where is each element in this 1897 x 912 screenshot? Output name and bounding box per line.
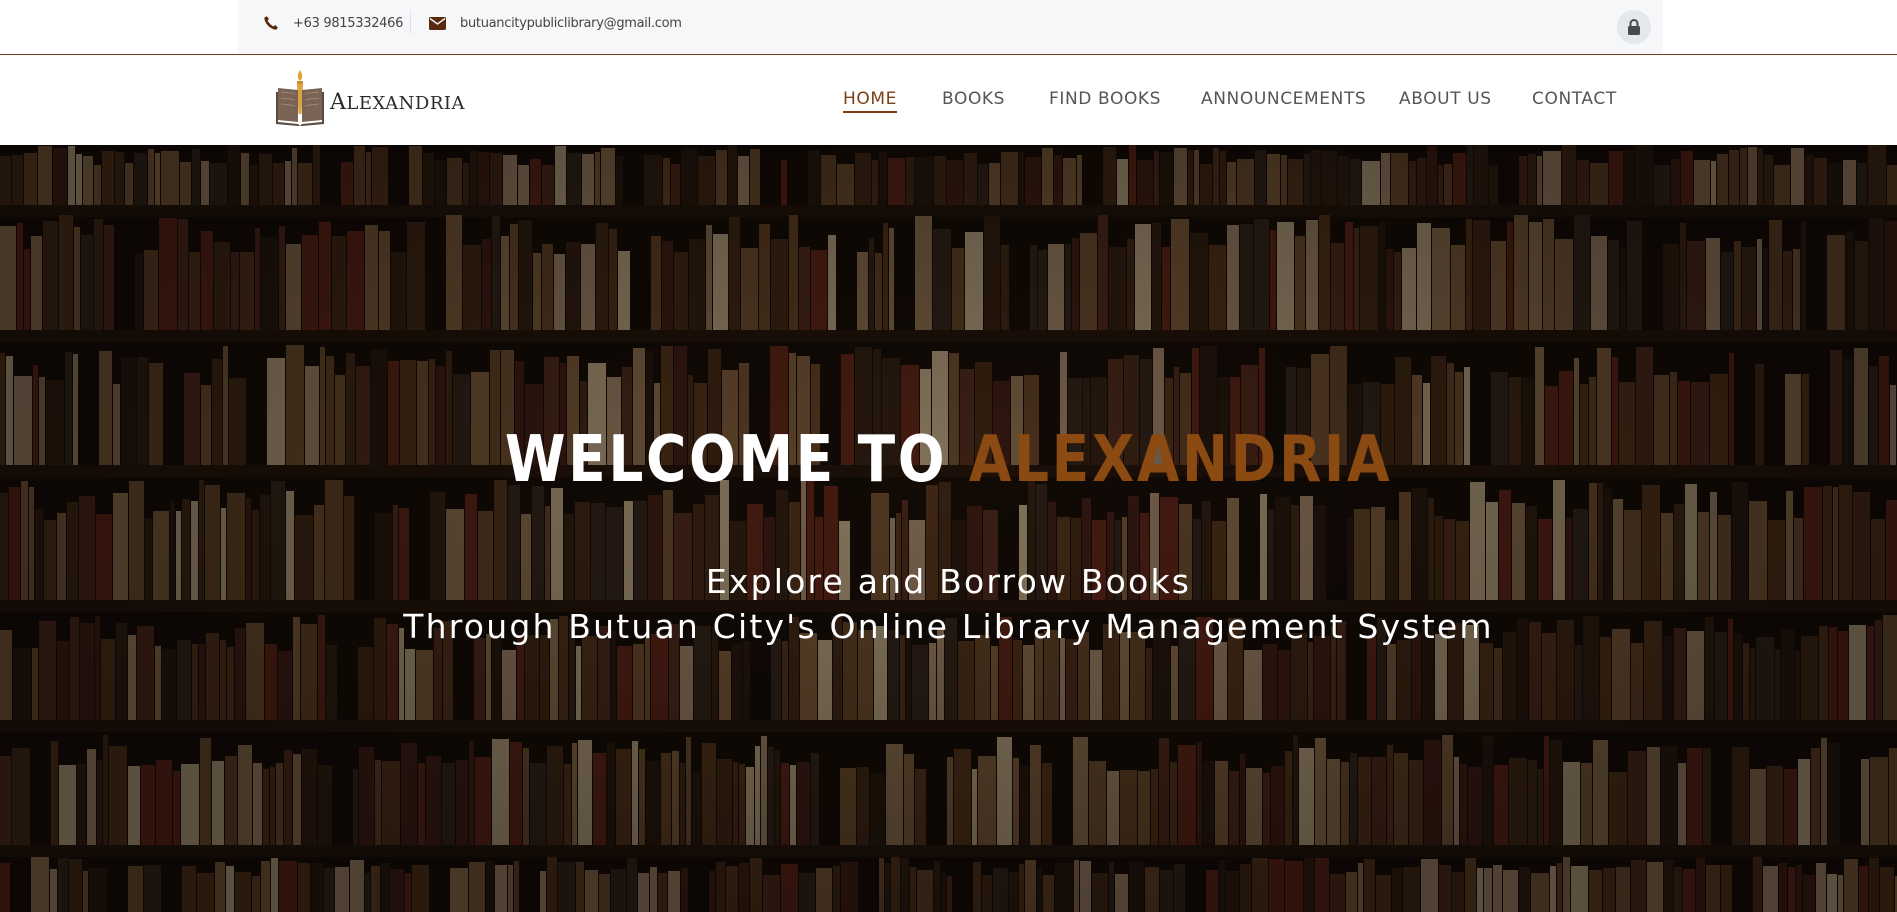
topbar-divider — [410, 10, 411, 34]
topbar: +63 9815332466 butuancitypubliclibrary@g… — [0, 0, 1897, 55]
phone-icon — [264, 16, 278, 30]
hero-subtitle: Explore and Borrow Books Through Butuan … — [0, 559, 1897, 649]
nav-about-us[interactable]: ABOUT US — [1399, 89, 1492, 109]
nav-announcements[interactable]: ANNOUNCEMENTS — [1201, 89, 1366, 109]
hero-banner: WELCOME TO ALEXANDRIA Explore and Borrow… — [0, 145, 1897, 912]
hero-overlay — [0, 145, 1897, 912]
admin-login-button[interactable] — [1617, 10, 1651, 44]
envelope-icon — [429, 16, 446, 30]
hero-title-prefix: WELCOME TO — [504, 423, 948, 497]
phone-contact[interactable]: +63 9815332466 — [263, 13, 403, 33]
main-nav: HOME BOOKS FIND BOOKS ANNOUNCEMENTS ABOU… — [0, 89, 1897, 119]
nav-contact[interactable]: CONTACT — [1532, 89, 1617, 109]
nav-find-books[interactable]: FIND BOOKS — [1049, 89, 1161, 109]
nav-home[interactable]: HOME — [843, 89, 897, 113]
nav-books[interactable]: BOOKS — [942, 89, 1005, 109]
hero-title: WELCOME TO ALEXANDRIA — [133, 423, 1764, 497]
main-navbar: ALEXANDRIA HOME BOOKS FIND BOOKS ANNOUNC… — [0, 55, 1897, 145]
hero-title-accent: ALEXANDRIA — [968, 423, 1393, 497]
topbar-inner: +63 9815332466 butuancitypubliclibrary@g… — [238, 0, 1663, 54]
phone-number: +63 9815332466 — [293, 15, 404, 31]
lock-icon — [1628, 19, 1640, 35]
email-address: butuancitypubliclibrary@gmail.com — [460, 15, 682, 31]
email-contact[interactable]: butuancitypubliclibrary@gmail.com — [429, 13, 682, 33]
hero-subtitle-line2: Through Butuan City's Online Library Man… — [403, 607, 1494, 646]
hero-subtitle-line1: Explore and Borrow Books — [705, 562, 1192, 601]
